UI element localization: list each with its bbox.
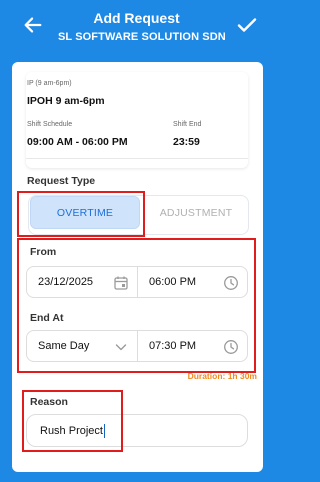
adjustment-option[interactable]: ADJUSTMENT [152, 196, 240, 229]
request-type-label: Request Type [27, 175, 96, 187]
check-icon[interactable] [235, 13, 259, 37]
shift-name-label: IP (9 am-6pm) [27, 80, 72, 87]
shift-schedule-value: 09:00 AM - 06:00 PM [27, 136, 128, 148]
company-subtitle: SL SOFTWARE SOLUTION SDN ... [58, 31, 228, 43]
app-bar: Add Request SL SOFTWARE SOLUTION SDN ... [0, 0, 273, 62]
request-type-highlight [17, 191, 145, 237]
reason-highlight [22, 390, 123, 452]
shift-end-value: 23:59 [173, 136, 200, 148]
shift-name-value: IPOH 9 am-6pm [27, 95, 105, 107]
page-title: Add Request [93, 10, 180, 26]
time-range-highlight [17, 238, 256, 373]
card-divider [26, 158, 248, 159]
shift-end-label: Shift End [173, 121, 202, 128]
shift-schedule-label: Shift Schedule [27, 121, 73, 128]
